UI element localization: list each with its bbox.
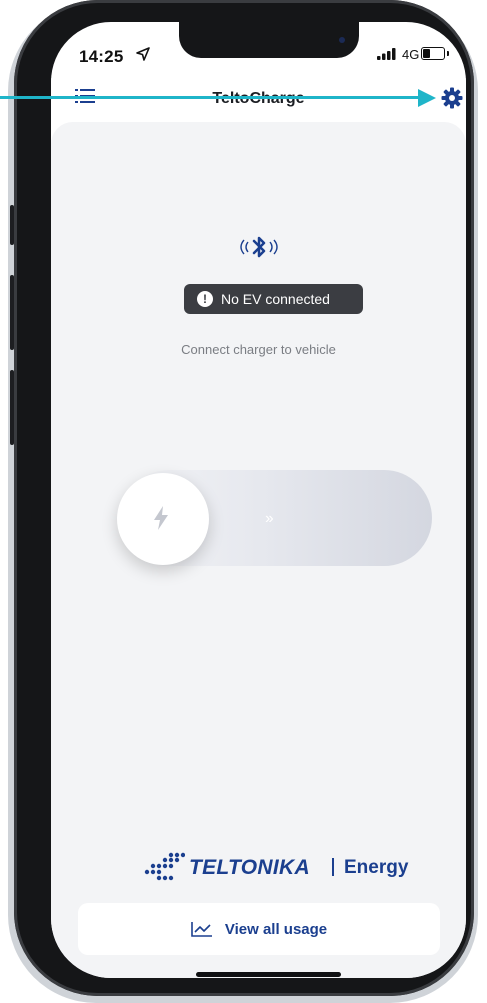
volume-up-button <box>10 275 14 350</box>
alert-icon: ! <box>197 291 213 307</box>
home-indicator <box>196 972 341 977</box>
phone-frame: 14:25 4G ! No EV connected Connect charg… <box>10 0 474 996</box>
gear-icon[interactable] <box>441 87 463 109</box>
ev-status-text: No EV connected <box>221 291 330 307</box>
lightning-bolt-icon <box>154 506 168 530</box>
mute-switch <box>10 205 14 245</box>
app-title: TeltoCharge <box>51 90 466 108</box>
brand-name: TELTONIKA <box>189 856 310 879</box>
brand-product: Energy <box>344 857 409 878</box>
main-content: ! No EV connected Connect charger to veh… <box>51 122 466 978</box>
view-all-usage-label: View all usage <box>224 920 328 938</box>
front-camera <box>339 37 345 43</box>
camera-notch <box>179 22 359 58</box>
bluetooth-signal-icon <box>240 236 278 258</box>
teltonika-mark-icon <box>144 852 185 881</box>
slider-chevrons: ›› <box>265 510 274 527</box>
battery-icon <box>421 47 449 60</box>
annotation-arrow-line <box>0 96 430 99</box>
charge-slider-knob[interactable] <box>117 473 209 565</box>
status-bar: 14:25 4G <box>51 22 466 78</box>
view-all-usage-button[interactable]: View all usage <box>78 903 440 955</box>
annotation-arrowhead-icon <box>418 89 436 107</box>
line-chart-icon <box>191 922 212 937</box>
volume-down-button <box>10 370 14 445</box>
app-header: TeltoCharge <box>51 78 466 122</box>
status-time: 14:25 <box>79 47 124 66</box>
phone-screen: 14:25 4G ! No EV connected Connect charg… <box>51 22 466 978</box>
brand-separator <box>332 858 334 876</box>
signal-bars-icon <box>377 48 396 60</box>
connect-hint: Connect charger to vehicle <box>181 342 336 357</box>
network-type: 4G <box>402 47 420 62</box>
ev-status-badge: ! No EV connected <box>184 284 363 314</box>
location-arrow-icon <box>136 47 150 61</box>
teltonika-energy-logo: TELTONIKA Energy <box>141 849 411 889</box>
